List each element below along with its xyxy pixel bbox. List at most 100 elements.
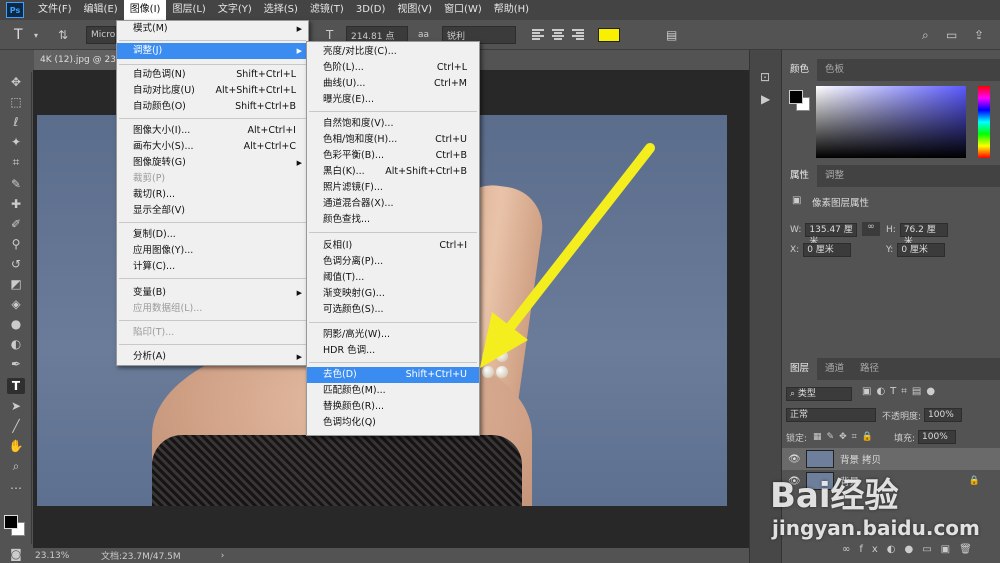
- adjust-menu-item[interactable]: 曲线(U)... Ctrl+M: [307, 76, 479, 92]
- line-tool-icon[interactable]: ╱: [7, 418, 25, 434]
- eyedropper-tool-icon[interactable]: ✎: [7, 176, 25, 192]
- document-tab[interactable]: 4K (12).jpg @ 23.1: [34, 50, 124, 70]
- history-panel-icon[interactable]: ⊡: [760, 70, 770, 84]
- tab-layers[interactable]: 图层: [782, 358, 818, 380]
- tab-paths[interactable]: 路径: [852, 358, 887, 380]
- menu-help[interactable]: 帮助(H): [488, 0, 535, 20]
- image-menu-item[interactable]: 图像大小(I)... Alt+Ctrl+I: [117, 123, 308, 139]
- image-menu-item[interactable]: 画布大小(S)... Alt+Ctrl+C: [117, 139, 308, 155]
- image-menu-item-adjustments[interactable]: 调整(J) ▶: [117, 43, 308, 59]
- image-menu-item[interactable]: 应用图像(Y)...: [117, 243, 308, 259]
- foreground-color-swatch[interactable]: [4, 515, 18, 529]
- more-tools-icon[interactable]: ⋯: [7, 480, 25, 496]
- blur-tool-icon[interactable]: ●: [7, 316, 25, 332]
- zoom-level[interactable]: 23.13%: [35, 551, 95, 561]
- image-menu-item[interactable]: 自动对比度(U) Alt+Shift+Ctrl+L: [117, 83, 308, 99]
- menu-image[interactable]: 图像(I): [123, 0, 167, 20]
- menu-3d[interactable]: 3D(D): [350, 0, 392, 20]
- image-menu-item[interactable]: 自动色调(N) Shift+Ctrl+L: [117, 67, 308, 83]
- link-icon[interactable]: ∞: [862, 222, 880, 236]
- image-menu-item[interactable]: 模式(M) ▶: [117, 21, 308, 37]
- chevron-down-icon[interactable]: ▾: [34, 26, 38, 44]
- tab-swatches[interactable]: 色板: [817, 59, 852, 81]
- image-menu-item[interactable]: 计算(C)...: [117, 259, 308, 275]
- adjust-menu-item[interactable]: 阈值(T)...: [307, 270, 479, 286]
- image-menu-item[interactable]: 裁切(R)...: [117, 187, 308, 203]
- menu-type[interactable]: 文字(Y): [212, 0, 258, 20]
- magic-wand-tool-icon[interactable]: ✦: [7, 134, 25, 150]
- text-color-swatch[interactable]: [598, 28, 620, 42]
- tab-color[interactable]: 颜色: [782, 59, 818, 81]
- adjust-menu-item[interactable]: 匹配颜色(M)...: [307, 383, 479, 399]
- quick-mask-icon[interactable]: ◙: [7, 546, 25, 562]
- adjust-menu-item[interactable]: 自然饱和度(V)...: [307, 116, 479, 132]
- paint-bucket-tool-icon[interactable]: ◈: [7, 296, 25, 312]
- eraser-tool-icon[interactable]: ◩: [7, 276, 25, 292]
- menu-file[interactable]: 文件(F): [32, 0, 78, 20]
- lasso-tool-icon[interactable]: ℓ: [7, 114, 25, 130]
- font-family-select[interactable]: Microso: [86, 26, 116, 44]
- crop-tool-icon[interactable]: ⌗: [7, 154, 25, 170]
- healing-brush-tool-icon[interactable]: ✚: [7, 196, 25, 212]
- layer-filter-select[interactable]: ⌕ 类型: [786, 387, 852, 401]
- hand-tool-icon[interactable]: ✋: [7, 438, 25, 454]
- pen-tool-icon[interactable]: ✒: [7, 356, 25, 372]
- adjust-menu-item[interactable]: 照片滤镜(F)...: [307, 180, 479, 196]
- image-menu-item[interactable]: 自动颜色(O) Shift+Ctrl+B: [117, 99, 308, 115]
- adjust-menu-item[interactable]: 渐变映射(G)...: [307, 286, 479, 302]
- menu-window[interactable]: 窗口(W): [438, 0, 488, 20]
- tab-adjustments[interactable]: 调整: [817, 165, 852, 187]
- panel-foreground-swatch[interactable]: [789, 90, 803, 104]
- clone-stamp-tool-icon[interactable]: ⚲: [7, 236, 25, 252]
- hue-slider[interactable]: [978, 86, 990, 158]
- history-brush-tool-icon[interactable]: ↺: [7, 256, 25, 272]
- tab-channels[interactable]: 通道: [817, 358, 852, 380]
- adjust-menu-item[interactable]: 亮度/对比度(C)...: [307, 44, 479, 60]
- type-tool-preset-icon[interactable]: T: [14, 26, 23, 44]
- menu-select[interactable]: 选择(S): [258, 0, 304, 20]
- adjust-menu-item[interactable]: 替换颜色(R)...: [307, 399, 479, 415]
- path-selection-tool-icon[interactable]: ➤: [7, 398, 25, 414]
- adjust-menu-item[interactable]: 通道混合器(X)...: [307, 196, 479, 212]
- image-menu-item[interactable]: 分析(A) ▶: [117, 349, 308, 365]
- adjust-menu-item[interactable]: 色调均化(Q): [307, 415, 479, 431]
- color-picker-field[interactable]: [816, 86, 966, 158]
- layer-filter-icons[interactable]: ▣◐T⌗▤●: [862, 386, 940, 397]
- adjust-menu-item[interactable]: 曝光度(E)...: [307, 92, 479, 108]
- adjust-menu-item[interactable]: 可选颜色(S)...: [307, 302, 479, 318]
- status-menu-arrow-icon[interactable]: ›: [221, 551, 225, 561]
- marquee-tool-icon[interactable]: ⬚: [7, 94, 25, 110]
- actions-play-icon[interactable]: ▶: [761, 92, 770, 106]
- menu-view[interactable]: 视图(V): [391, 0, 438, 20]
- brush-tool-icon[interactable]: ✐: [7, 216, 25, 232]
- character-panel-icon[interactable]: ▤: [666, 26, 677, 44]
- adjust-menu-item[interactable]: HDR 色调...: [307, 343, 479, 359]
- adjust-menu-item[interactable]: 色阶(L)... Ctrl+L: [307, 60, 479, 76]
- adjust-menu-item[interactable]: 反相(I) Ctrl+I: [307, 238, 479, 254]
- tab-properties[interactable]: 属性: [782, 165, 818, 187]
- share-icon[interactable]: ⇪: [974, 26, 984, 44]
- type-tool-icon[interactable]: T: [7, 378, 25, 394]
- zoom-tool-icon[interactable]: ⌕: [7, 458, 25, 474]
- search-icon[interactable]: ⌕: [922, 26, 929, 44]
- align-left-icon[interactable]: [532, 29, 544, 41]
- blend-mode-select[interactable]: 正常: [786, 408, 876, 422]
- image-menu-item[interactable]: 图像旋转(G) ▶: [117, 155, 308, 171]
- align-right-icon[interactable]: [572, 29, 584, 41]
- image-menu-item[interactable]: 复制(D)...: [117, 227, 308, 243]
- orientation-toggle-icon[interactable]: ⇅: [58, 26, 68, 44]
- menu-edit[interactable]: 编辑(E): [78, 0, 124, 20]
- adjust-menu-item-desaturate[interactable]: 去色(D) Shift+Ctrl+U: [307, 367, 479, 383]
- align-center-icon[interactable]: [552, 29, 564, 41]
- adjust-menu-item[interactable]: 色调分离(P)...: [307, 254, 479, 270]
- workspace-icon[interactable]: ▭: [946, 26, 957, 44]
- adjust-menu-item[interactable]: 阴影/高光(W)...: [307, 327, 479, 343]
- move-tool-icon[interactable]: ✥: [7, 74, 25, 90]
- image-menu-item[interactable]: 显示全部(V): [117, 203, 308, 219]
- adjust-menu-item[interactable]: 色彩平衡(B)... Ctrl+B: [307, 148, 479, 164]
- adjust-menu-item[interactable]: 颜色查找...: [307, 212, 479, 228]
- lock-icons[interactable]: ▦✎✥⌗🔒: [813, 432, 878, 442]
- menu-layer[interactable]: 图层(L): [166, 0, 211, 20]
- menu-filter[interactable]: 滤镜(T): [304, 0, 350, 20]
- dodge-tool-icon[interactable]: ◐: [7, 336, 25, 352]
